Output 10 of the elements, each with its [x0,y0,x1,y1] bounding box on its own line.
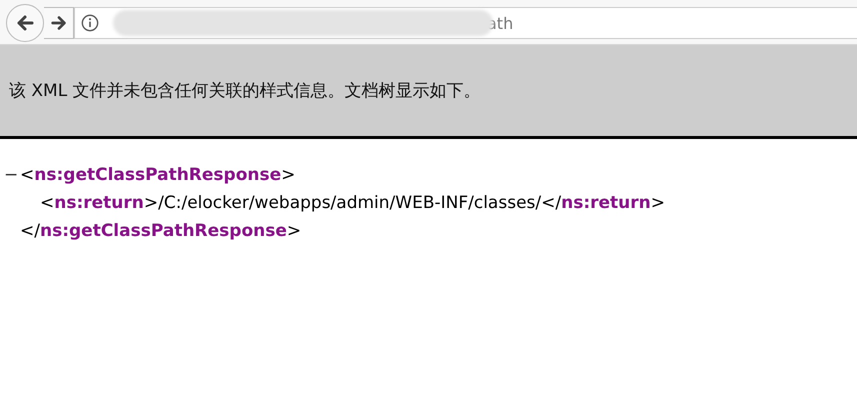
forward-arrow-icon [50,14,68,32]
xml-line: </ns:getClassPathResponse> [20,221,302,241]
back-arrow-icon [15,13,35,33]
forward-button[interactable] [44,7,74,39]
xml-line: <ns:getClassPathResponse> [20,165,296,185]
info-icon[interactable] [81,14,99,32]
back-button[interactable] [6,4,44,42]
xml-line: <ns:return>/C:/elocker/webapps/admin/WEB-INF/classes/</ns:return> [40,193,665,213]
collapse-toggle[interactable]: − [4,165,20,185]
info-message: 该 XML 文件并未包含任何关联的样式信息。文档树显示如下。 [9,80,481,102]
